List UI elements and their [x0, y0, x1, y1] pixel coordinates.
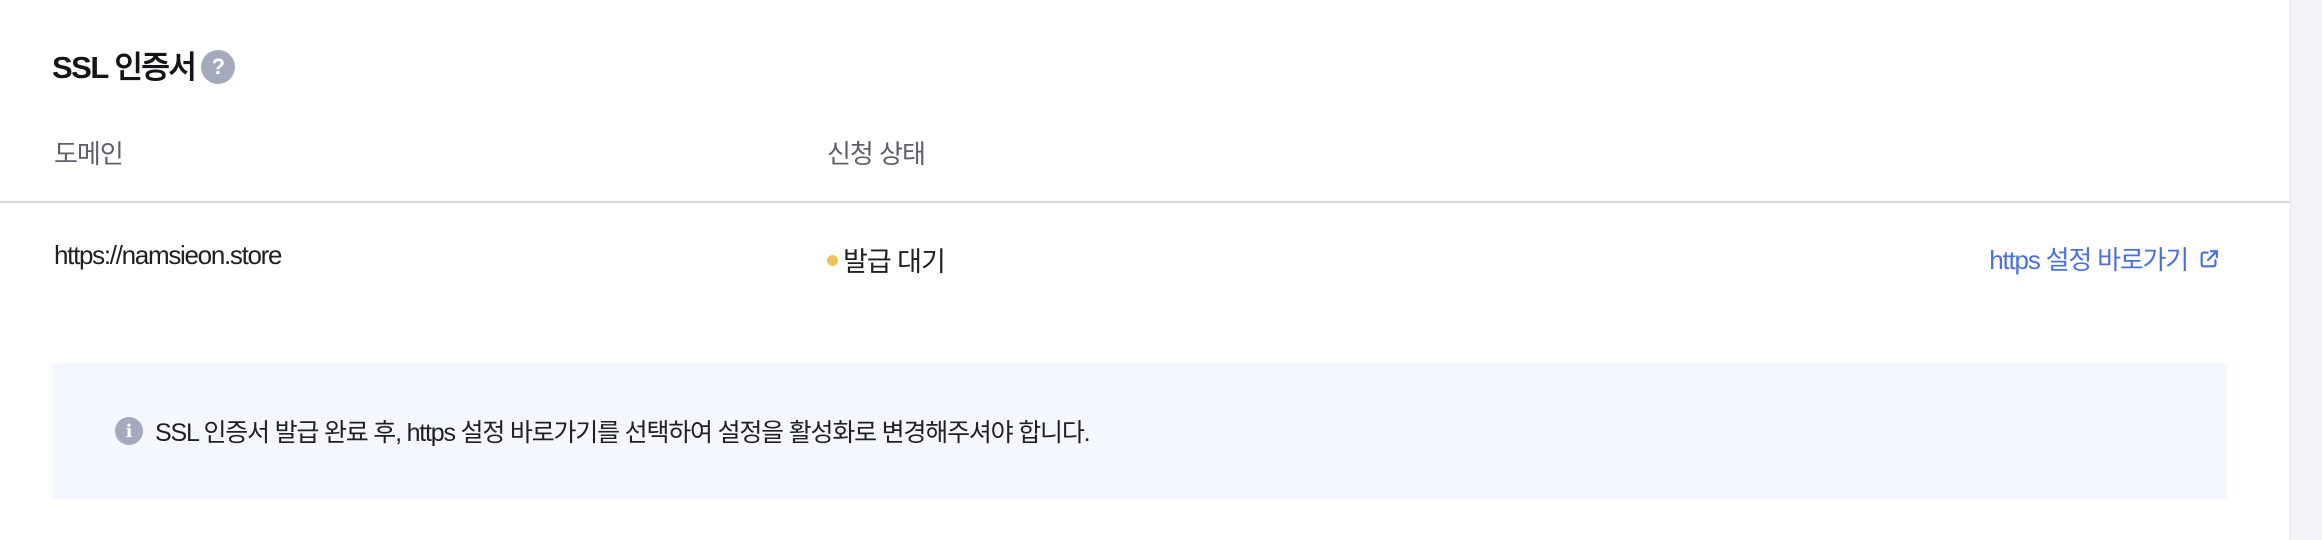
column-header-domain: 도메인: [54, 139, 124, 169]
info-icon: i: [115, 417, 143, 445]
notice-text: SSL 인증서 발급 완료 후, https 설정 바로가기를 선택하여 설정을…: [155, 419, 1091, 447]
https-settings-link[interactable]: https 설정 바로가기: [1989, 240, 2220, 277]
section-title: SSL 인증서: [52, 50, 197, 85]
section-header: SSL 인증서 ?: [52, 42, 236, 87]
question-icon[interactable]: ?: [201, 49, 236, 84]
domain-cell: https://namsieon.store: [54, 240, 283, 270]
https-settings-link-label: https 설정 바로가기: [1989, 245, 2189, 275]
info-notice: i SSL 인증서 발급 완료 후, https 설정 바로가기를 선택하여 설…: [52, 363, 2227, 499]
right-scroll-area: [2290, 0, 2322, 540]
header-divider: [0, 201, 2290, 203]
status-label: 발급 대기: [843, 247, 946, 277]
status-dot-icon: [827, 255, 838, 266]
table-row: https://namsieon.store 발급 대기 https 설정 바로…: [0, 240, 2290, 280]
column-header-status: 신청 상태: [827, 139, 926, 169]
external-link-icon: [2200, 249, 2218, 267]
ssl-certificate-panel: SSL 인증서 ? 도메인 신청 상태 https://namsieon.sto…: [0, 0, 2290, 540]
status-cell: 발급 대기: [827, 240, 946, 279]
